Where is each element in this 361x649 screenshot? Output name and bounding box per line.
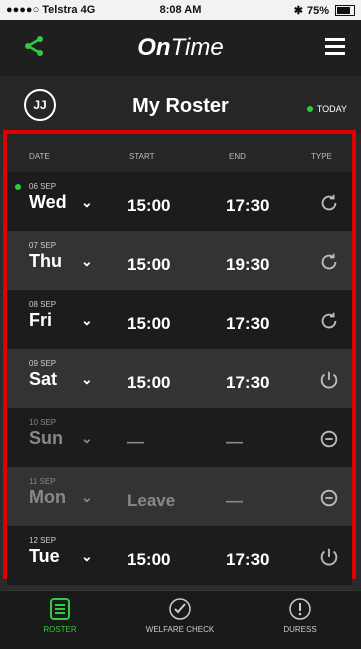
- check-circle-icon: [120, 597, 240, 621]
- nav-label: WELFARE CHECK: [145, 625, 215, 634]
- date-header: DATE: [29, 152, 50, 161]
- row-end: 17:30: [226, 550, 270, 569]
- row-date: 08 SEP: [29, 300, 57, 309]
- app-logo: OnTime: [137, 34, 224, 61]
- roster-row[interactable]: 07 SEP Thu ⌄ 15:00 19:30: [7, 231, 352, 290]
- status-bar: ●●●●○ Telstra 4G 8:08 AM ✱ 75%: [0, 0, 361, 20]
- row-start: —: [127, 432, 144, 451]
- row-end: —: [226, 432, 243, 451]
- app-header: OnTime: [0, 20, 361, 76]
- alert-circle-icon: [240, 597, 360, 621]
- row-date: 12 SEP: [29, 536, 57, 545]
- row-end: 19:30: [226, 255, 270, 274]
- chevron-down-icon[interactable]: ⌄: [81, 194, 93, 211]
- refresh-icon: [318, 251, 340, 273]
- column-headers: DATE START END TYPE: [7, 134, 352, 172]
- menu-icon[interactable]: [325, 38, 345, 55]
- row-start: 15:00: [127, 196, 171, 215]
- row-start: 15:00: [127, 373, 171, 392]
- roster-row[interactable]: 10 SEP Sun ⌄ — —: [7, 408, 352, 467]
- row-start: 15:00: [127, 314, 171, 333]
- refresh-icon: [318, 310, 340, 332]
- roster-rows: 06 SEP Wed ⌄ 15:00 17:30 07 SEP Thu ⌄ 15:00 19:30…: [7, 172, 352, 585]
- chevron-down-icon[interactable]: ⌄: [81, 489, 93, 506]
- power-icon: [318, 546, 340, 568]
- today-dot-icon: [306, 106, 313, 112]
- roster-row[interactable]: 06 SEP Wed ⌄ 15:00 17:30: [7, 172, 352, 231]
- roster-row[interactable]: 08 SEP Fri ⌄ 15:00 17:30: [7, 290, 352, 349]
- roster-icon: [0, 597, 120, 621]
- row-date: 09 SEP: [29, 359, 57, 368]
- nav-item-roster[interactable]: ROSTER: [0, 597, 120, 634]
- nav-item-duress[interactable]: DURESS: [240, 597, 360, 634]
- row-date: 06 SEP: [29, 182, 57, 191]
- row-start: 15:00: [127, 255, 171, 274]
- battery-icon: [335, 5, 355, 16]
- roster-row[interactable]: 11 SEP Mon ⌄ Leave —: [7, 467, 352, 526]
- row-end: 17:30: [226, 196, 270, 215]
- roster-table: DATE START END TYPE 06 SEP Wed ⌄ 15:00 17:30…: [3, 130, 356, 585]
- today-dot-icon: [15, 184, 21, 190]
- row-end: 17:30: [226, 373, 270, 392]
- row-start: Leave: [127, 491, 176, 510]
- row-start: 15:00: [127, 550, 171, 569]
- chevron-down-icon[interactable]: ⌄: [81, 430, 93, 447]
- start-header: START: [129, 152, 155, 161]
- nav-label: ROSTER: [43, 625, 77, 634]
- minus-circle-icon: [318, 487, 340, 509]
- row-day: Mon: [29, 487, 66, 507]
- row-day: Tue: [29, 546, 60, 566]
- today-legend: TODAY: [306, 104, 347, 114]
- chevron-down-icon[interactable]: ⌄: [81, 371, 93, 388]
- chevron-down-icon[interactable]: ⌄: [81, 312, 93, 329]
- battery-status: ✱ 75%: [294, 4, 355, 17]
- bluetooth-icon: ✱: [293, 5, 303, 17]
- minus-circle-icon: [318, 428, 340, 450]
- chevron-down-icon[interactable]: ⌄: [81, 253, 93, 270]
- power-icon: [318, 369, 340, 391]
- row-day: Thu: [29, 251, 62, 271]
- title-bar: JJ My Roster TODAY: [0, 76, 361, 134]
- end-header: END: [229, 152, 246, 161]
- refresh-icon: [318, 192, 340, 214]
- roster-row[interactable]: 09 SEP Sat ⌄ 15:00 17:30: [7, 349, 352, 408]
- nav-label: DURESS: [283, 625, 317, 634]
- row-day: Wed: [29, 192, 67, 212]
- row-day: Sun: [29, 428, 63, 448]
- row-end: 17:30: [226, 314, 270, 333]
- row-day: Sat: [29, 369, 58, 389]
- row-date: 10 SEP: [29, 418, 57, 427]
- row-date: 11 SEP: [29, 477, 56, 486]
- nav-item-welfare-check[interactable]: WELFARE CHECK: [120, 597, 240, 634]
- row-date: 07 SEP: [29, 241, 57, 250]
- roster-row[interactable]: 12 SEP Tue ⌄ 15:00 17:30: [7, 526, 352, 585]
- type-header: TYPE: [311, 152, 332, 161]
- bottom-nav: ROSTER WELFARE CHECK DURESS: [0, 590, 361, 649]
- chevron-down-icon[interactable]: ⌄: [81, 548, 93, 565]
- row-day: Fri: [29, 310, 53, 330]
- row-end: —: [226, 491, 243, 510]
